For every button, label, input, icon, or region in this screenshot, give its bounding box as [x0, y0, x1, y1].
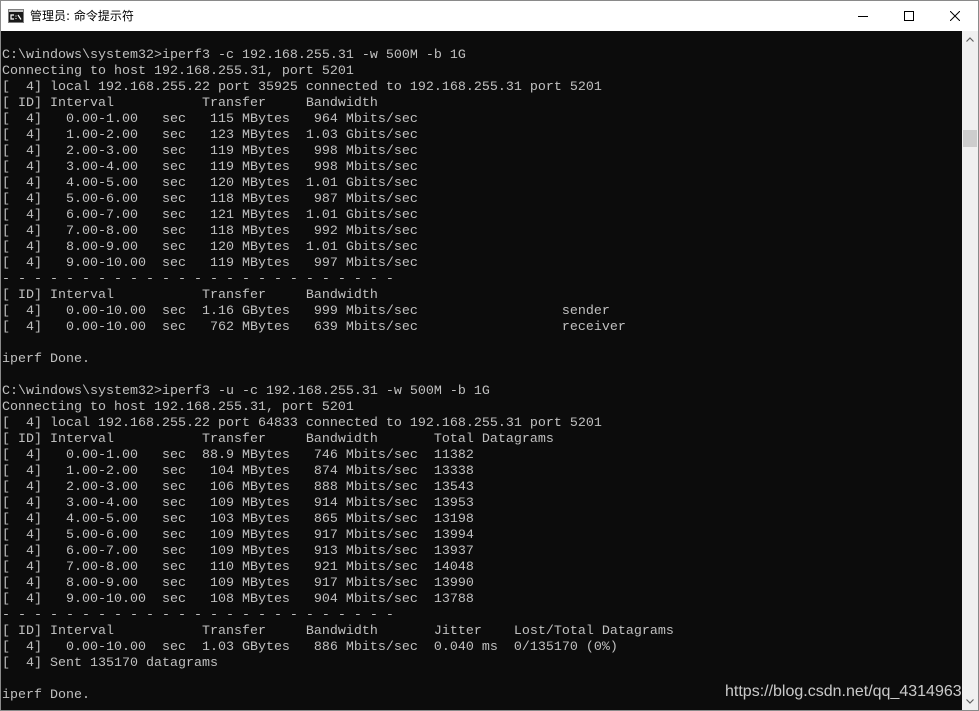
- scroll-up-button[interactable]: [962, 31, 978, 48]
- console-line: C:\windows\system32>iperf3 -u -c 192.168…: [2, 384, 490, 399]
- console-line: [ 4] 4.00-5.00 sec 120 MBytes 1.01 Gbits…: [2, 176, 418, 191]
- console-line: [ 4] 2.00-3.00 sec 119 MBytes 998 Mbits/…: [2, 144, 418, 159]
- minimize-icon: [858, 16, 868, 17]
- chevron-up-icon: [966, 37, 974, 42]
- console-line: [ 4] 3.00-4.00 sec 119 MBytes 998 Mbits/…: [2, 160, 418, 175]
- console-line: [ 4] local 192.168.255.22 port 35925 con…: [2, 80, 602, 95]
- cmd-window: 管理员: 命令提示符 C:\windows\system32>iperf3 -c…: [0, 0, 979, 711]
- console-line: [ 4] 7.00-8.00 sec 118 MBytes 992 Mbits/…: [2, 224, 418, 239]
- console-line: [ 4] 5.00-6.00 sec 118 MBytes 987 Mbits/…: [2, 192, 418, 207]
- chevron-down-icon: [966, 699, 974, 704]
- console-line: [ 4] 9.00-10.00 sec 119 MBytes 997 Mbits…: [2, 256, 418, 271]
- console-line: [ 4] 0.00-10.00 sec 1.03 GBytes 886 Mbit…: [2, 640, 618, 655]
- console-line: [ 4] 7.00-8.00 sec 110 MBytes 921 Mbits/…: [2, 560, 474, 575]
- console-line: Connecting to host 192.168.255.31, port …: [2, 64, 354, 79]
- console-line: [ ID] Interval Transfer Bandwidth Total …: [2, 432, 554, 447]
- console-line: [ 4] 5.00-6.00 sec 109 MBytes 917 Mbits/…: [2, 528, 474, 543]
- scrollbar-thumb[interactable]: [963, 129, 977, 147]
- console-line: [ ID] Interval Transfer Bandwidth Jitter…: [2, 624, 674, 639]
- close-button[interactable]: [933, 1, 978, 31]
- maximize-icon: [904, 11, 914, 21]
- console-line: [ 4] 8.00-9.00 sec 109 MBytes 917 Mbits/…: [2, 576, 474, 591]
- console-output[interactable]: C:\windows\system32>iperf3 -c 192.168.25…: [1, 31, 962, 710]
- console-line: [ 4] 1.00-2.00 sec 123 MBytes 1.03 Gbits…: [2, 128, 418, 143]
- console-line: [ 4] 1.00-2.00 sec 104 MBytes 874 Mbits/…: [2, 464, 474, 479]
- console-line: iperf Done.: [2, 352, 90, 367]
- console-line: [ ID] Interval Transfer Bandwidth: [2, 288, 378, 303]
- title-bar[interactable]: 管理员: 命令提示符: [1, 1, 978, 31]
- console-line: - - - - - - - - - - - - - - - - - - - - …: [2, 608, 394, 623]
- console-line: [ 4] 0.00-1.00 sec 88.9 MBytes 746 Mbits…: [2, 448, 474, 463]
- console-lines: C:\windows\system32>iperf3 -c 192.168.25…: [2, 48, 674, 704]
- console-line: [ 4] 0.00-1.00 sec 115 MBytes 964 Mbits/…: [2, 112, 418, 127]
- console-line: [ 4] 9.00-10.00 sec 108 MBytes 904 Mbits…: [2, 592, 474, 607]
- console-line: [ 4] 6.00-7.00 sec 109 MBytes 913 Mbits/…: [2, 544, 474, 559]
- console-line: [ ID] Interval Transfer Bandwidth: [2, 96, 378, 111]
- console-line: [ 4] 8.00-9.00 sec 120 MBytes 1.01 Gbits…: [2, 240, 418, 255]
- cmd-icon[interactable]: [8, 8, 24, 24]
- console-line: [ 4] 2.00-3.00 sec 106 MBytes 888 Mbits/…: [2, 480, 474, 495]
- window-title: 管理员: 命令提示符: [30, 9, 134, 23]
- console-line: [ 4] local 192.168.255.22 port 64833 con…: [2, 416, 602, 431]
- maximize-button[interactable]: [887, 1, 933, 31]
- console-line: [ 4] 0.00-10.00 sec 762 MBytes 639 Mbits…: [2, 320, 626, 335]
- scroll-down-button[interactable]: [962, 693, 978, 710]
- watermark: https://blog.csdn.net/qq_4314963: [725, 683, 962, 700]
- console-line: [ 4] 6.00-7.00 sec 121 MBytes 1.01 Gbits…: [2, 208, 418, 223]
- console-line: [ 4] 0.00-10.00 sec 1.16 GBytes 999 Mbit…: [2, 304, 610, 319]
- minimize-button[interactable]: [841, 1, 887, 31]
- console-line: Connecting to host 192.168.255.31, port …: [2, 400, 354, 415]
- console-line: C:\windows\system32>iperf3 -c 192.168.25…: [2, 48, 466, 63]
- console-line: [ 4] 4.00-5.00 sec 103 MBytes 865 Mbits/…: [2, 512, 474, 527]
- close-icon: [950, 11, 960, 21]
- console-line: [ 4] 3.00-4.00 sec 109 MBytes 914 Mbits/…: [2, 496, 474, 511]
- console-line: - - - - - - - - - - - - - - - - - - - - …: [2, 272, 394, 287]
- console-line: [ 4] Sent 135170 datagrams: [2, 656, 218, 671]
- vertical-scrollbar[interactable]: [962, 31, 978, 710]
- console-line: iperf Done.: [2, 688, 90, 703]
